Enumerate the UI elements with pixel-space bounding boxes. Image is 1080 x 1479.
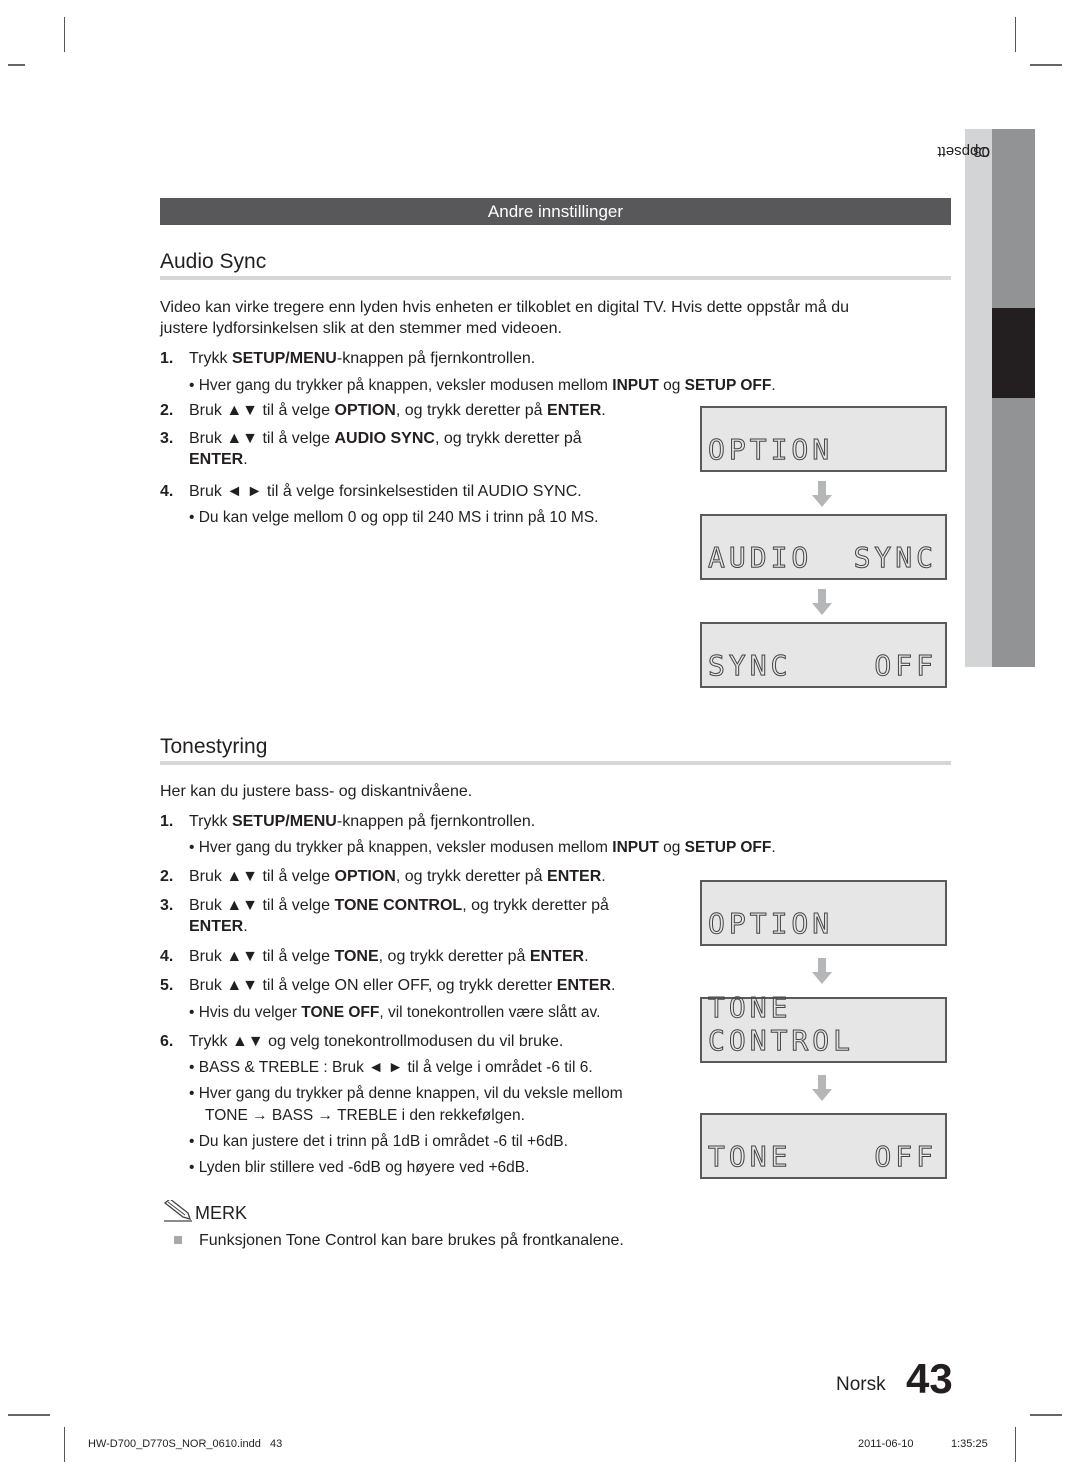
footer-date: 2011-06-10 (858, 1438, 914, 1450)
footer-time: 1:35:25 (951, 1438, 988, 1450)
crop-mark (1030, 1414, 1062, 1416)
lcd-display: OPTION (700, 880, 947, 946)
footer-language: Norsk (836, 1374, 886, 1395)
crop-mark (8, 64, 25, 66)
lcd-display: TONE CONTROL (700, 991, 947, 1063)
audio-sync-title: Audio Sync (160, 250, 267, 273)
down-arrow-icon (812, 481, 832, 507)
crop-mark (1030, 64, 1062, 66)
side-tab-label: 03 Oppsett (937, 135, 992, 335)
crop-mark (1015, 17, 1016, 52)
audio-step-4-bullet: • Du kan velge mellom 0 og opp til 240 M… (189, 509, 599, 526)
title-rule (160, 276, 951, 280)
tone-step-6-bullet-cont: TONE → BASS → TREBLE i den rekkefølgen. (205, 1107, 525, 1124)
note-bullet-square-icon (174, 1236, 182, 1244)
crop-mark (64, 17, 65, 52)
lcd-display: SYNC OFF (700, 622, 947, 688)
title-rule (160, 761, 951, 765)
crop-mark (8, 1414, 50, 1416)
page-number: 43 (906, 1355, 953, 1402)
side-tab-active-marker (992, 308, 1035, 398)
audio-sync-intro-2: justere lydforsinkelsen slik at den stem… (160, 320, 562, 337)
crop-mark (64, 1427, 65, 1462)
down-arrow-icon (812, 589, 832, 615)
tone-step-1-bullet: • Hver gang du trykker på knappen, veksl… (189, 839, 776, 856)
tone-step-6-bullet: • Du kan justere det i trinn på 1dB i om… (189, 1133, 568, 1150)
tone-step-6-bullet: • Lyden blir stillere ved -6dB og høyere… (189, 1159, 530, 1176)
tone-title: Tonestyring (160, 735, 268, 758)
side-tab-dark (992, 129, 1035, 667)
lcd-display: TONE OFF (700, 1113, 947, 1179)
chapter-title: Oppsett (937, 143, 990, 160)
footer-file: HW-D700_D770S_NOR_0610.indd 43 (88, 1438, 283, 1450)
down-arrow-icon (812, 958, 832, 984)
lcd-display: AUDIO SYNC (700, 514, 947, 580)
note-label: MERK (195, 1203, 248, 1223)
tone-intro: Her kan du justere bass- og diskantnivåe… (160, 783, 473, 800)
down-arrow-icon (812, 1075, 832, 1101)
lcd-display: OPTION (700, 406, 947, 472)
note-text: Funksjonen Tone Control kan bare brukes … (199, 1232, 624, 1249)
tone-step-6-bullet: • BASS & TREBLE : Bruk ◄ ► til å velge i… (189, 1059, 593, 1076)
audio-step-1-bullet: • Hver gang du trykker på knappen, veksl… (189, 377, 776, 394)
pencil-note-icon (163, 1200, 192, 1222)
audio-sync-intro-1: Video kan virke tregere enn lyden hvis e… (160, 299, 850, 316)
tone-step-5-bullet: • Hvis du velger TONE OFF, vil tonekontr… (189, 1004, 601, 1021)
crop-mark (1015, 1427, 1016, 1462)
section-header: Andre innstillinger (160, 198, 951, 225)
tone-step-6-bullet: • Hver gang du trykker på denne knappen,… (189, 1085, 623, 1102)
